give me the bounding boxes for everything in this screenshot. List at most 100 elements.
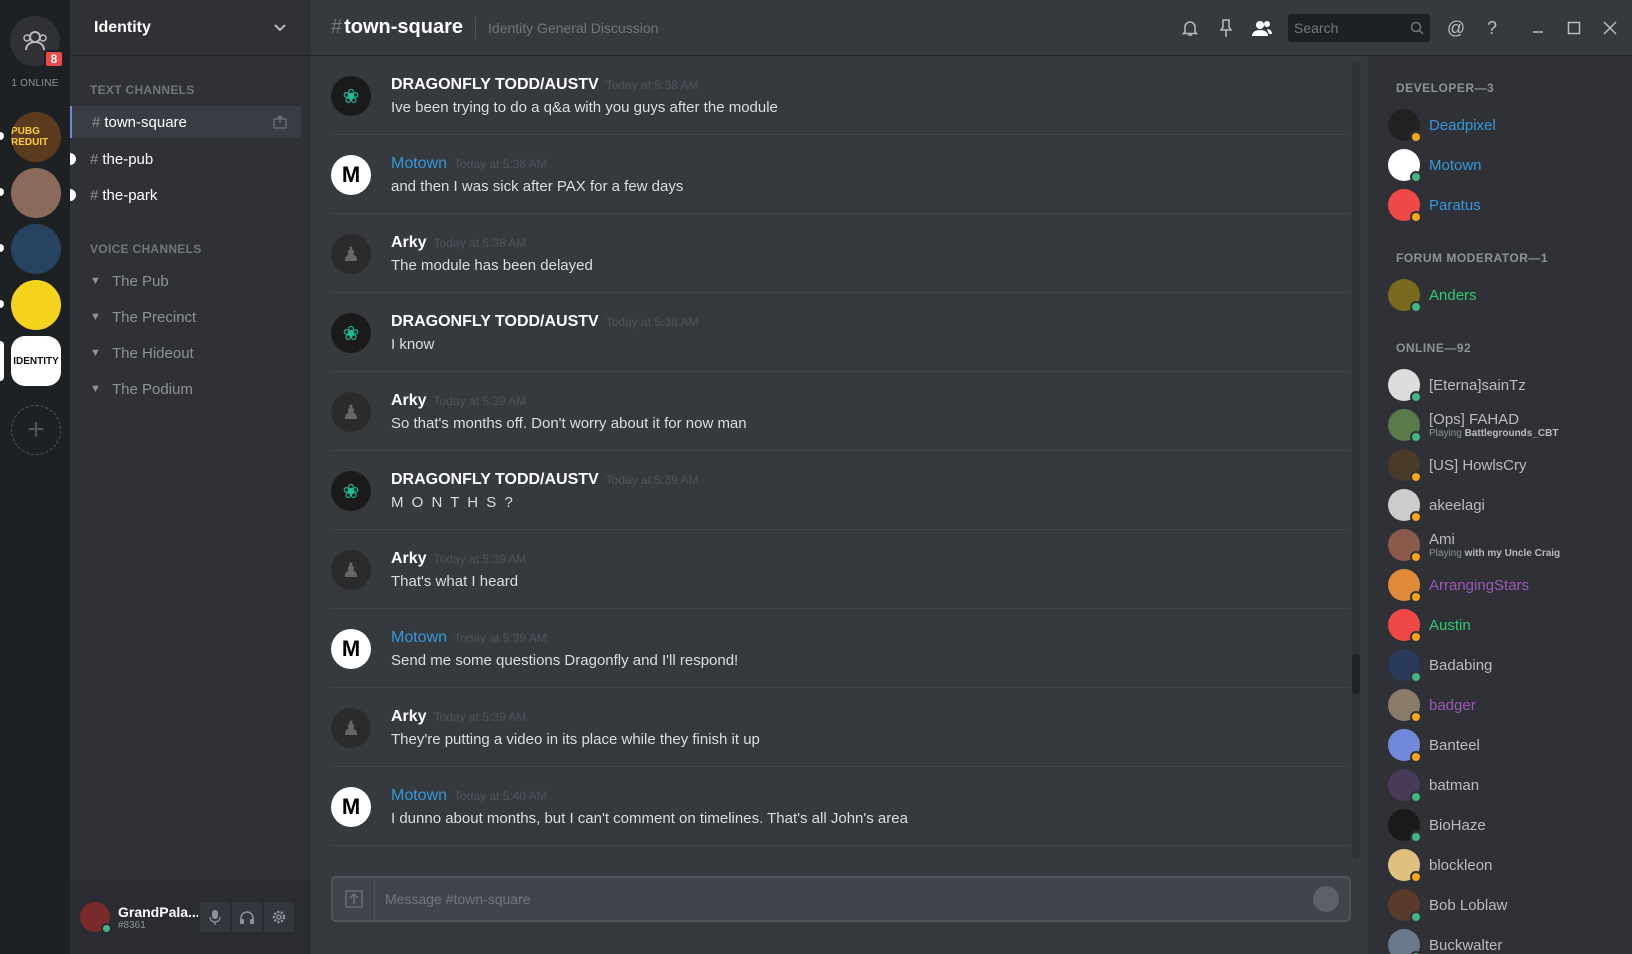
message-input[interactable]: Message #town-square bbox=[385, 891, 1313, 907]
discord-app: 8 1 ONLINE PUBG REDUIT IDENTITY + Identit… bbox=[0, 0, 1632, 954]
member-info: [US] HowlsCry bbox=[1429, 457, 1527, 474]
member-item[interactable]: ArrangingStars bbox=[1388, 565, 1628, 605]
chevron-down-icon: ▼ bbox=[90, 347, 101, 359]
avatar[interactable]: M bbox=[331, 155, 371, 195]
message-header: Arky Today at 5:39 AM bbox=[391, 392, 526, 410]
message-list: ❀ DRAGONFLY TODD/AUSTV Today at 5:38 AM Ive… bbox=[311, 56, 1368, 858]
avatar bbox=[1388, 769, 1422, 803]
status-idle-indicator bbox=[1410, 591, 1422, 603]
emoji-picker-icon[interactable] bbox=[1313, 886, 1339, 912]
message: ♟ Arky Today at 5:39 AM They're putting a v… bbox=[331, 688, 1351, 767]
message-header: Arky Today at 5:39 AM bbox=[391, 550, 526, 568]
chevron-down-icon[interactable] bbox=[273, 23, 287, 33]
member-item[interactable]: Badabing bbox=[1388, 645, 1628, 685]
maximize-button[interactable] bbox=[1560, 14, 1588, 42]
voice-channel-the-hideout[interactable]: ▼ The Hideout bbox=[90, 337, 194, 369]
message-author[interactable]: DRAGONFLY TODD/AUSTV bbox=[391, 313, 599, 331]
notifications-button[interactable] bbox=[1176, 14, 1204, 42]
avatar[interactable] bbox=[80, 902, 112, 934]
member-list-scroll[interactable]: DEVELOPER—3 Deadpixel Motown Paratus FORUM M… bbox=[1368, 56, 1632, 954]
avatar[interactable]: M bbox=[331, 787, 371, 827]
server-name: Identity bbox=[94, 18, 151, 36]
avatar[interactable]: ♟ bbox=[331, 550, 371, 590]
message-author[interactable]: Motown bbox=[391, 629, 447, 647]
message-scrollbar[interactable] bbox=[1352, 62, 1360, 858]
avatar[interactable]: M bbox=[331, 629, 371, 669]
mentions-button[interactable]: @ bbox=[1442, 14, 1470, 42]
member-name: Austin bbox=[1429, 616, 1471, 634]
close-button[interactable] bbox=[1596, 14, 1624, 42]
channel-the-park[interactable]: # the-park bbox=[70, 179, 301, 211]
invite-icon[interactable] bbox=[273, 115, 287, 129]
voice-channel-the-podium[interactable]: ▼ The Podium bbox=[90, 373, 193, 405]
message-header: DRAGONFLY TODD/AUSTV Today at 5:39 AM bbox=[391, 471, 698, 489]
member-item[interactable]: Anders bbox=[1388, 275, 1628, 315]
status-online-indicator bbox=[1410, 431, 1422, 443]
member-item[interactable]: Bob Loblaw bbox=[1388, 885, 1628, 925]
member-item[interactable]: [Ops] FAHAD Playing Battlegrounds_CBT bbox=[1388, 405, 1628, 445]
avatar bbox=[1388, 369, 1422, 403]
message-author[interactable]: DRAGONFLY TODD/AUSTV bbox=[391, 471, 599, 489]
channel-the-pub[interactable]: # the-pub bbox=[70, 143, 301, 175]
status-idle-indicator bbox=[1410, 631, 1422, 643]
mute-button[interactable] bbox=[200, 902, 230, 932]
message-composer[interactable]: Message #town-square bbox=[331, 876, 1351, 922]
server-icon[interactable]: PUBG REDUIT bbox=[11, 112, 61, 162]
member-list-button[interactable] bbox=[1248, 14, 1276, 42]
member-item[interactable]: Ami Playing with my Uncle Craig bbox=[1388, 525, 1628, 565]
avatar[interactable]: ♟ bbox=[331, 708, 371, 748]
server-icon[interactable]: IDENTITY bbox=[11, 336, 61, 386]
server-icon[interactable] bbox=[11, 168, 61, 218]
avatar[interactable]: ♟ bbox=[331, 234, 371, 274]
upload-button[interactable] bbox=[333, 878, 375, 920]
status-idle-indicator bbox=[1410, 711, 1422, 723]
member-item[interactable]: badger bbox=[1388, 685, 1628, 725]
minimize-button[interactable] bbox=[1524, 14, 1552, 42]
member-item[interactable]: Buckwalter bbox=[1388, 925, 1628, 954]
member-item[interactable]: [US] HowlsCry bbox=[1388, 445, 1628, 485]
server-icon[interactable] bbox=[11, 224, 61, 274]
activity-prefix: Playing bbox=[1429, 548, 1465, 559]
message-author[interactable]: Motown bbox=[391, 155, 447, 173]
avatar[interactable]: ❀ bbox=[331, 471, 371, 511]
message-author[interactable]: Arky bbox=[391, 708, 427, 726]
text-channels-category[interactable]: TEXT CHANNELS bbox=[70, 83, 215, 97]
member-name: Motown bbox=[1429, 156, 1482, 174]
member-item[interactable]: batman bbox=[1388, 765, 1628, 805]
deafen-button[interactable] bbox=[232, 902, 262, 932]
message-author[interactable]: Arky bbox=[391, 234, 427, 252]
member-item[interactable]: Banteel bbox=[1388, 725, 1628, 765]
voice-channel-the-precinct[interactable]: ▼ The Precinct bbox=[90, 301, 196, 333]
help-button[interactable]: ? bbox=[1478, 14, 1506, 42]
member-item[interactable]: BioHaze bbox=[1388, 805, 1628, 845]
pinned-messages-button[interactable] bbox=[1212, 14, 1240, 42]
search-input[interactable]: Search bbox=[1288, 14, 1430, 42]
message-timestamp: Today at 5:40 AM bbox=[454, 789, 547, 803]
member-item[interactable]: [Eterna]sainTz bbox=[1388, 365, 1628, 405]
avatar[interactable]: ❀ bbox=[331, 76, 371, 116]
avatar[interactable]: ♟ bbox=[331, 392, 371, 432]
message-author[interactable]: DRAGONFLY TODD/AUSTV bbox=[391, 76, 599, 94]
voice-channel-the-pub[interactable]: ▼ The Pub bbox=[90, 265, 169, 297]
friends-button[interactable]: 8 bbox=[10, 16, 64, 68]
user-settings-button[interactable] bbox=[264, 902, 294, 932]
channel-town-square[interactable]: # town-square bbox=[70, 106, 301, 138]
member-item[interactable]: Austin bbox=[1388, 605, 1628, 645]
member-item[interactable]: Deadpixel bbox=[1388, 105, 1628, 145]
member-name: blockleon bbox=[1429, 856, 1493, 874]
voice-channels-category[interactable]: VOICE CHANNELS bbox=[70, 242, 222, 256]
avatar[interactable]: ❀ bbox=[331, 313, 371, 353]
member-item[interactable]: Motown bbox=[1388, 145, 1628, 185]
scrollbar-thumb[interactable] bbox=[1352, 654, 1360, 694]
message-author[interactable]: Arky bbox=[391, 392, 427, 410]
server-header[interactable]: Identity bbox=[70, 0, 311, 56]
message-author[interactable]: Motown bbox=[391, 787, 447, 805]
member-info: Paratus bbox=[1429, 197, 1481, 214]
add-server-button[interactable]: + bbox=[11, 405, 61, 455]
member-item[interactable]: blockleon bbox=[1388, 845, 1628, 885]
member-item[interactable]: Paratus bbox=[1388, 185, 1628, 225]
message-author[interactable]: Arky bbox=[391, 550, 427, 568]
member-item[interactable]: akeelagi bbox=[1388, 485, 1628, 525]
server-icon[interactable] bbox=[11, 280, 61, 330]
message: ❀ DRAGONFLY TODD/AUSTV Today at 5:38 AM I k… bbox=[331, 293, 1351, 372]
